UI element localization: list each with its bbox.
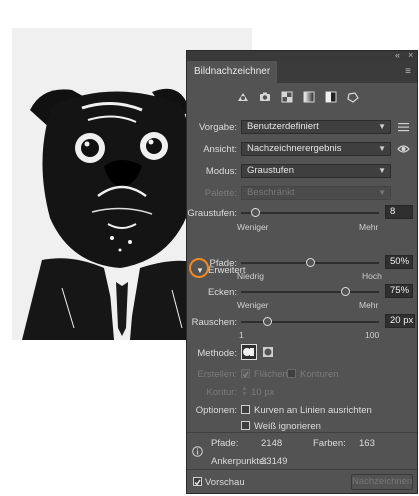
check-icon xyxy=(194,479,201,486)
chevron-down-icon: ▼ xyxy=(378,166,386,175)
highlight-circle xyxy=(189,258,209,278)
palette-label: Palette: xyxy=(204,188,237,199)
tab-image-trace[interactable]: Bildnachzeichner xyxy=(187,61,278,83)
palette-dropdown[interactable]: Beschränkt ▼ xyxy=(241,186,391,200)
corners-min-label: Weniger xyxy=(237,300,269,310)
palette-value: Beschränkt xyxy=(247,187,295,198)
auto-color-icon[interactable] xyxy=(237,91,249,103)
overlapping-method-icon xyxy=(263,347,273,357)
black-white-icon[interactable] xyxy=(325,91,337,103)
mode-label: Modus: xyxy=(205,166,237,177)
noise-slider-thumb[interactable] xyxy=(263,317,273,326)
method-label: Methode: xyxy=(197,348,237,359)
grays-min-label: Weniger xyxy=(237,222,269,232)
collapse-icon[interactable]: « xyxy=(395,50,400,60)
abutting-method-icon xyxy=(243,348,255,356)
stepper-icon[interactable]: ▲ ▼ xyxy=(241,385,248,398)
grays-slider-thumb[interactable] xyxy=(250,208,260,217)
preview-label: Vorschau xyxy=(205,477,245,488)
snap-curves-checkbox[interactable] xyxy=(241,405,250,414)
preview-checkbox[interactable] xyxy=(193,477,202,486)
check-icon xyxy=(242,371,249,378)
preset-value: Benutzerdefiniert xyxy=(247,121,319,132)
info-icon xyxy=(192,446,203,457)
grays-label: Graustufen: xyxy=(187,208,237,219)
ignore-white-checkbox[interactable] xyxy=(241,421,250,430)
paths-input[interactable]: 50% xyxy=(385,255,413,269)
preset-list-icon[interactable] xyxy=(398,122,409,132)
eye-icon[interactable] xyxy=(397,144,410,154)
grays-slider-track[interactable] xyxy=(241,212,379,214)
method-abutting-button[interactable] xyxy=(241,344,257,360)
method-overlapping-button[interactable] xyxy=(261,344,277,360)
low-color-icon[interactable] xyxy=(281,91,293,103)
snap-curves-label: Kurven an Linien ausrichten xyxy=(254,405,372,416)
image-trace-panel: « × Bildnachzeichner ≡ Vorgabe: Benutzer… xyxy=(186,50,418,494)
stats-anchors-value: 33149 xyxy=(261,456,288,467)
stats-colors-label: Farben: xyxy=(313,438,346,449)
chevron-down-icon: ▼ xyxy=(378,188,386,197)
panel-topbar: « × xyxy=(187,50,417,61)
noise-max-label: 100 xyxy=(365,330,380,340)
mode-value: Graustufen xyxy=(247,165,294,176)
paths-slider-thumb[interactable] xyxy=(306,258,315,267)
strokes-checkbox[interactable] xyxy=(287,369,296,378)
chevron-down-icon: ▼ xyxy=(378,144,386,153)
strokes-label: Konturen xyxy=(300,369,339,380)
paths-min-label: Niedrig xyxy=(237,271,264,281)
preset-dropdown[interactable]: Benutzerdefiniert ▼ xyxy=(241,120,391,134)
noise-input[interactable]: 20 px xyxy=(385,314,415,328)
divider xyxy=(187,432,417,433)
divider xyxy=(187,469,417,470)
stroke-value[interactable]: 10 px xyxy=(251,387,274,398)
grays-max-label: Mehr xyxy=(359,222,379,232)
corners-slider-track[interactable] xyxy=(241,291,379,293)
noise-min-label: 1 xyxy=(239,330,244,340)
corners-input[interactable]: 75% xyxy=(385,284,413,298)
grays-input[interactable]: 8 xyxy=(385,205,413,219)
panel-menu-icon[interactable]: ≡ xyxy=(405,66,411,77)
corners-max-label: Mehr xyxy=(359,300,379,310)
grayscale-icon[interactable] xyxy=(303,91,315,103)
preset-label: Vorgabe: xyxy=(198,122,237,133)
options-label: Optionen: xyxy=(195,405,237,416)
trace-button[interactable]: Nachzeichnen xyxy=(351,474,413,490)
view-value: Nachzeichnerergebnis xyxy=(247,143,342,154)
panel-tabbar: Bildnachzeichner ≡ xyxy=(187,61,417,83)
stats-anchors-label: Ankerpunkte: xyxy=(211,456,267,467)
stats-paths-label: Pfade: xyxy=(211,438,239,449)
ignore-white-label: Weiß ignorieren xyxy=(254,421,321,432)
corners-label: Ecken: xyxy=(207,287,237,298)
high-color-icon[interactable] xyxy=(259,91,271,103)
view-label: Ansicht: xyxy=(203,144,237,155)
outline-icon[interactable] xyxy=(347,91,359,103)
noise-label: Rauschen: xyxy=(191,317,237,328)
close-icon[interactable]: × xyxy=(408,50,413,60)
mode-dropdown[interactable]: Graustufen ▼ xyxy=(241,164,391,178)
stats-colors-value: 163 xyxy=(359,438,375,449)
corners-slider-thumb[interactable] xyxy=(340,287,350,296)
fills-checkbox[interactable] xyxy=(241,369,250,378)
stats-paths-value: 2148 xyxy=(261,438,283,449)
create-label: Erstellen: xyxy=(197,369,237,380)
paths-max-label: Hoch xyxy=(362,271,382,281)
chevron-down-icon: ▼ xyxy=(378,122,386,131)
noise-slider-track[interactable] xyxy=(241,321,379,323)
fills-label: Flächen xyxy=(254,369,288,380)
stroke-label: Kontur: xyxy=(206,387,237,398)
view-dropdown[interactable]: Nachzeichnerergebnis ▼ xyxy=(241,142,391,156)
